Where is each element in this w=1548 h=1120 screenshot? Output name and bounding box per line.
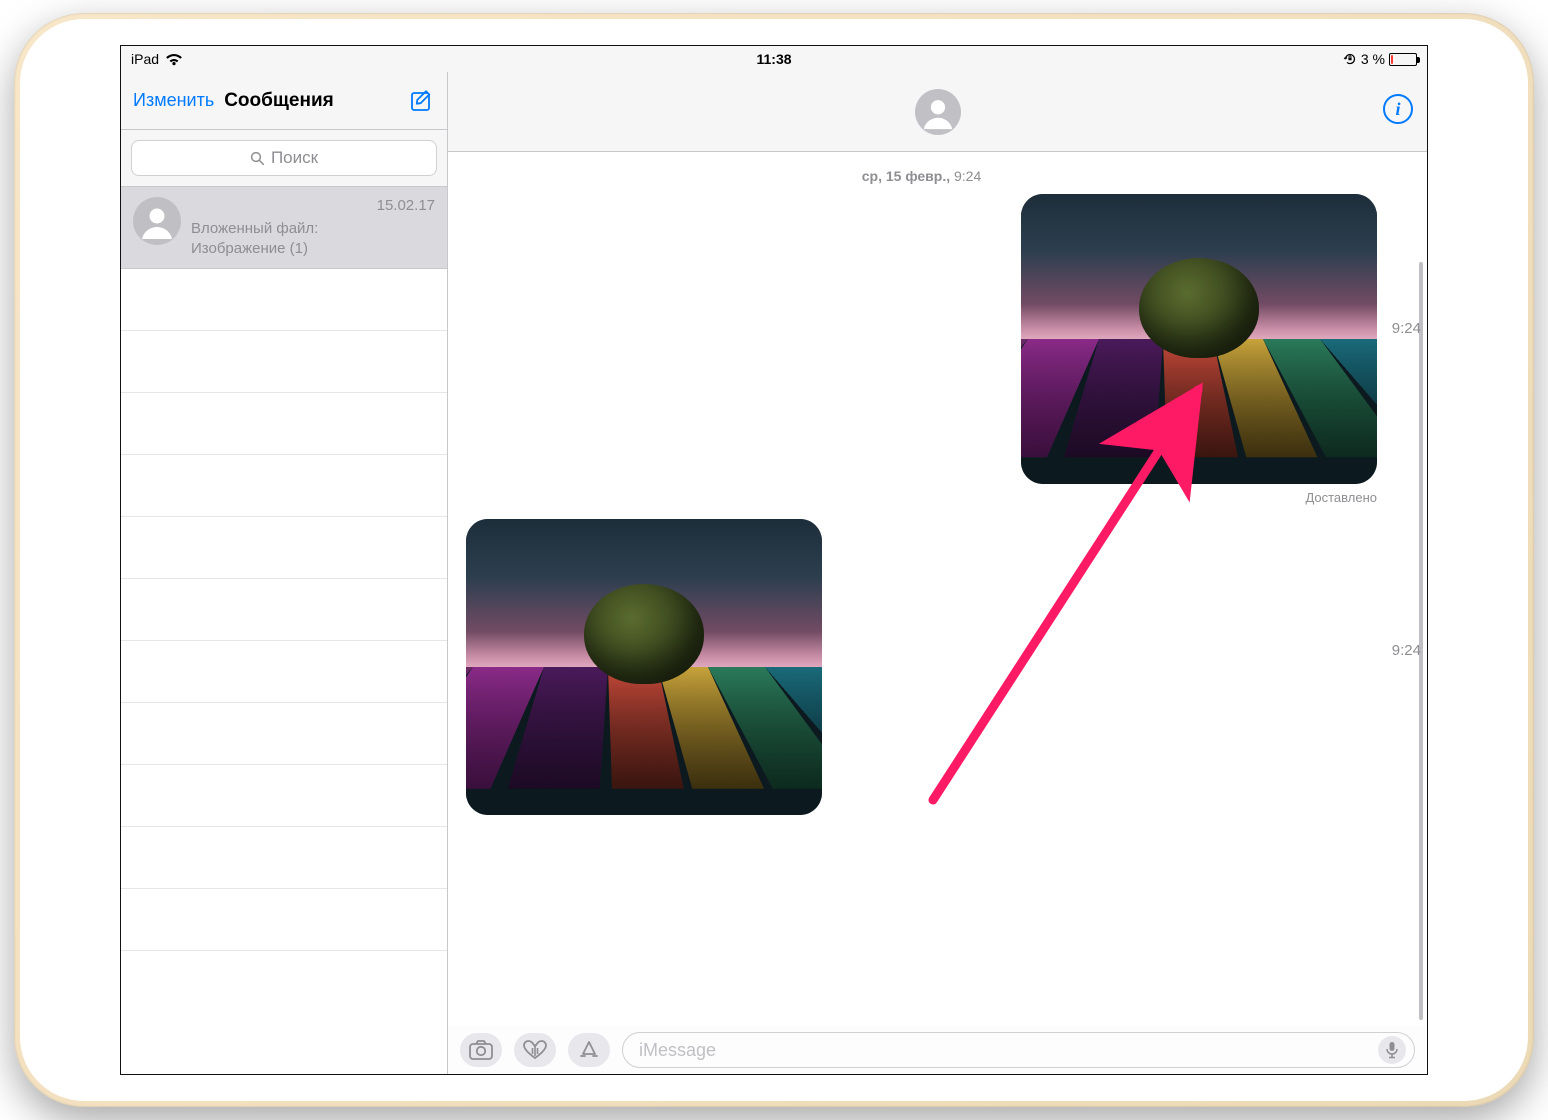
status-bar: iPad 11:38 3 % — [121, 46, 1427, 72]
search-input[interactable]: Поиск — [131, 140, 437, 176]
screen: iPad 11:38 3 % Изм — [120, 45, 1428, 1075]
compose-bar: iMessage — [448, 1026, 1427, 1074]
camera-icon — [469, 1040, 493, 1060]
microphone-icon — [1385, 1041, 1399, 1059]
image-attachment[interactable] — [466, 519, 822, 815]
sent-message[interactable] — [466, 194, 1377, 484]
conversation-list: 15.02.17 Вложенный файл: Изображение (1) — [121, 187, 447, 1074]
contact-avatar[interactable] — [915, 89, 961, 135]
ipad-frame: iPad 11:38 3 % Изм — [14, 13, 1534, 1107]
compose-button[interactable] — [409, 88, 435, 114]
chat-header: i — [448, 72, 1427, 152]
device-label: iPad — [131, 51, 159, 67]
info-button[interactable]: i — [1383, 94, 1413, 124]
conversation-item[interactable]: 15.02.17 Вложенный файл: Изображение (1) — [121, 187, 447, 269]
camera-button[interactable] — [460, 1033, 502, 1067]
message-time: 9:24 — [1392, 642, 1421, 659]
battery-text: 3 % — [1361, 51, 1385, 67]
conversation-date: 15.02.17 — [377, 197, 435, 217]
message-time: 9:24 — [1392, 320, 1421, 337]
app-store-icon — [578, 1039, 600, 1061]
digital-touch-button[interactable] — [514, 1033, 556, 1067]
search-placeholder: Поиск — [271, 148, 318, 168]
sidebar-header: Изменить Сообщения — [121, 72, 447, 130]
date-header: ср, 15 февр., 9:24 — [466, 168, 1377, 184]
received-message[interactable] — [466, 519, 1377, 815]
battery-icon — [1389, 53, 1417, 66]
clock: 11:38 — [756, 51, 791, 67]
sidebar: Изменить Сообщения Поиск — [121, 72, 448, 1074]
avatar-icon — [133, 197, 181, 245]
image-attachment[interactable] — [1021, 194, 1377, 484]
wifi-icon — [165, 53, 183, 66]
sidebar-title: Сообщения — [224, 90, 334, 112]
orientation-lock-icon — [1343, 52, 1357, 66]
messages-area[interactable]: ср, 15 февр., 9:24 9:24 — [448, 152, 1427, 1026]
heart-icon — [522, 1040, 548, 1060]
message-placeholder: iMessage — [639, 1040, 716, 1061]
mic-button[interactable] — [1378, 1036, 1406, 1064]
message-input[interactable]: iMessage — [622, 1032, 1415, 1068]
search-icon — [250, 151, 265, 166]
conversation-preview-line: Изображение (1) — [191, 239, 435, 259]
scrollbar[interactable] — [1419, 262, 1423, 1020]
conversation-preview-line: Вложенный файл: — [191, 219, 435, 239]
delivered-label: Доставлено — [466, 490, 1377, 505]
app-store-button[interactable] — [568, 1033, 610, 1067]
edit-button[interactable]: Изменить — [133, 90, 214, 111]
conversation-name — [191, 197, 196, 217]
chat-panel: i ср, 15 февр., 9:24 9:24 — [448, 72, 1427, 1074]
